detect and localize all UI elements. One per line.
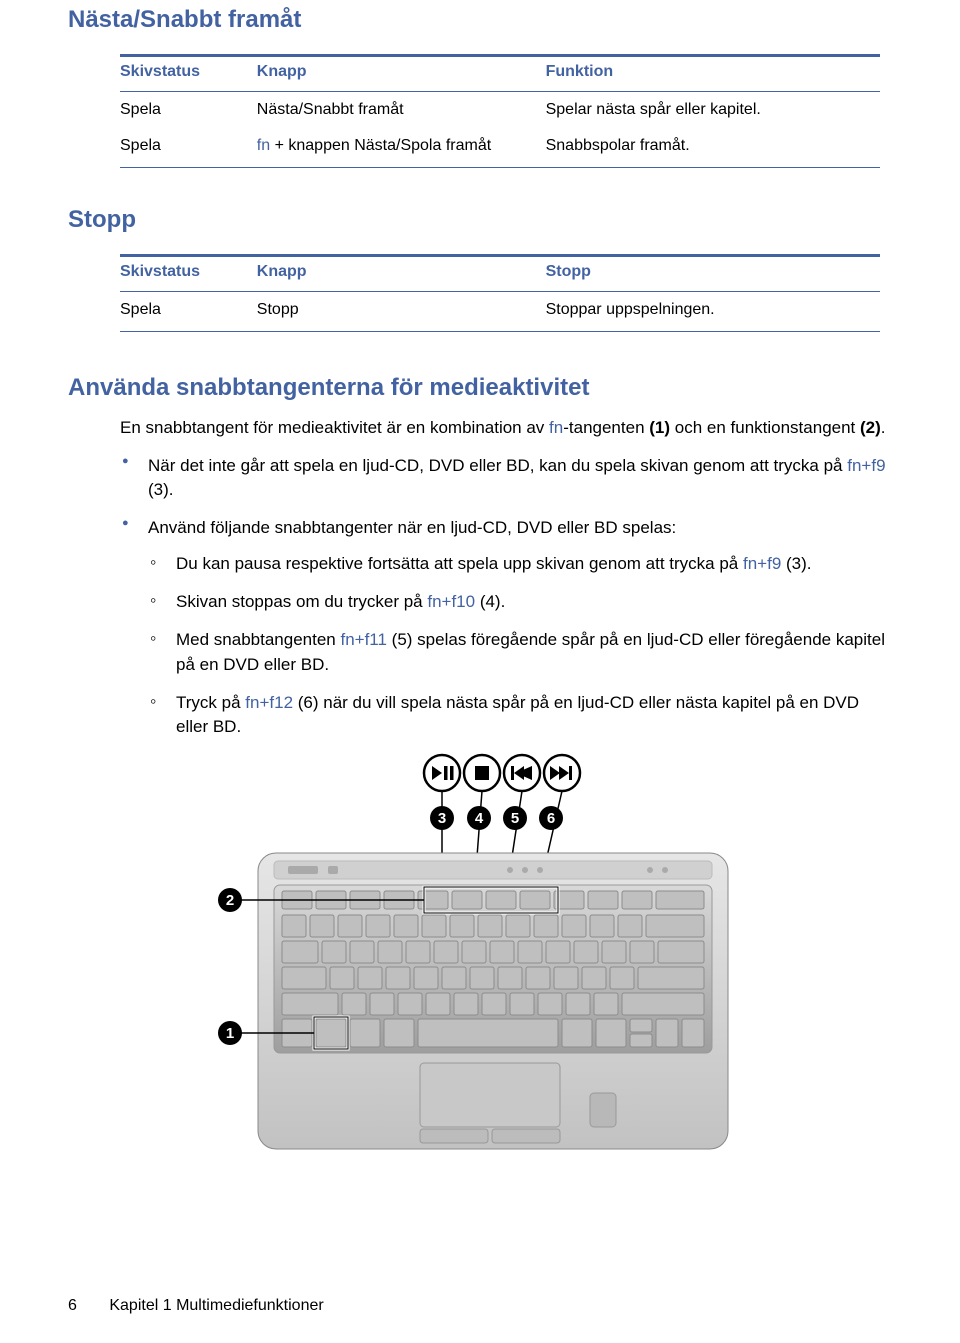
table-row: Spela fn + knappen Nästa/Spola framåt Sn… bbox=[120, 128, 880, 168]
s3-a: Med snabbtangenten bbox=[176, 630, 340, 649]
cell-function: Snabbspolar framåt. bbox=[546, 128, 880, 168]
cell-key-rest: + knappen Nästa/Spola framåt bbox=[270, 137, 491, 154]
heading-hotkeys: Använda snabbtangenterna för medieaktivi… bbox=[68, 374, 892, 402]
th-status: Skivstatus bbox=[120, 256, 257, 292]
callout-5: 5 bbox=[511, 810, 519, 827]
laptop-svg: 3 4 5 6 bbox=[210, 753, 750, 1153]
callout-ref-1: (1) bbox=[649, 418, 670, 437]
callout-2: 2 bbox=[226, 892, 234, 909]
table-stop: Skivstatus Knapp Stopp Spela Stopp Stopp… bbox=[120, 254, 880, 332]
list-item: När det inte går att spela en ljud-CD, D… bbox=[120, 454, 892, 502]
callout-3: 3 bbox=[438, 810, 446, 827]
th-status: Skivstatus bbox=[120, 56, 257, 92]
list-item: Använd följande snabbtangenter när en lj… bbox=[120, 516, 892, 739]
table-row: Spela Stopp Stoppar uppspelningen. bbox=[120, 292, 880, 332]
s2-b: (4). bbox=[475, 592, 505, 611]
chapter-label: Kapitel 1 Multimediefunktioner bbox=[109, 1297, 323, 1314]
intro-a: En snabbtangent för medieaktivitet är en… bbox=[120, 418, 549, 437]
table-next-wrapper: Skivstatus Knapp Funktion Spela Nästa/Sn… bbox=[120, 54, 880, 168]
cell-status: Spela bbox=[120, 92, 257, 129]
cell-key: Stopp bbox=[257, 292, 546, 332]
callout-6: 6 bbox=[547, 810, 555, 827]
intro-b: -tangenten bbox=[563, 418, 649, 437]
cell-status: Spela bbox=[120, 292, 257, 332]
hotkey-fn-f12: fn+f12 bbox=[245, 693, 293, 712]
heading-stop: Stopp bbox=[68, 206, 892, 234]
table-row: Spela Nästa/Snabbt framåt Spelar nästa s… bbox=[120, 92, 880, 129]
bullet-list: När det inte går att spela en ljud-CD, D… bbox=[120, 454, 892, 739]
hotkey-fn-f11: fn+f11 bbox=[340, 630, 386, 649]
s4-a: Tryck på bbox=[176, 693, 245, 712]
list-item: Med snabbtangenten fn+f11 (5) spelas för… bbox=[148, 628, 892, 676]
callout-1: 1 bbox=[226, 1025, 234, 1042]
table-next: Skivstatus Knapp Funktion Spela Nästa/Sn… bbox=[120, 54, 880, 168]
sub-bullet-list: Du kan pausa respektive fortsätta att sp… bbox=[148, 552, 892, 739]
intro-c: och en funktionstangent bbox=[670, 418, 860, 437]
intro-d: . bbox=[881, 418, 886, 437]
list-item: Skivan stoppas om du trycker på fn+f10 (… bbox=[148, 590, 892, 614]
th-function: Funktion bbox=[546, 56, 880, 92]
heading-next-fastforward: Nästa/Snabbt framåt bbox=[68, 6, 892, 34]
cell-status: Spela bbox=[120, 128, 257, 168]
page-number: 6 bbox=[68, 1297, 77, 1315]
list-item: Tryck på fn+f12 (6) när du vill spela nä… bbox=[148, 691, 892, 739]
cell-function: Spelar nästa spår eller kapitel. bbox=[546, 92, 880, 129]
hotkey-fn-f10: fn+f10 bbox=[427, 592, 475, 611]
s1-b: (3). bbox=[781, 554, 811, 573]
hotkey-fn-f9: fn+f9 bbox=[743, 554, 781, 573]
callout-ref-2: (2) bbox=[860, 418, 881, 437]
cell-function: Stoppar uppspelningen. bbox=[546, 292, 880, 332]
cell-key: fn + knappen Nästa/Spola framåt bbox=[257, 128, 546, 168]
th-key: Knapp bbox=[257, 56, 546, 92]
list-item: Du kan pausa respektive fortsätta att sp… bbox=[148, 552, 892, 576]
hotkey-fn-f9: fn+f9 bbox=[847, 456, 885, 475]
intro-paragraph: En snabbtangent för medieaktivitet är en… bbox=[120, 416, 892, 440]
callout-4: 4 bbox=[475, 810, 484, 827]
b2-a: Använd följande snabbtangenter när en lj… bbox=[148, 518, 676, 537]
b1-b: (3). bbox=[148, 480, 174, 499]
th-key: Knapp bbox=[257, 256, 546, 292]
fn-key-text: fn bbox=[257, 137, 270, 154]
s2-a: Skivan stoppas om du trycker på bbox=[176, 592, 427, 611]
page-footer: 6 Kapitel 1 Multimediefunktioner bbox=[68, 1297, 324, 1315]
keyboard-illustration: 3 4 5 6 bbox=[210, 753, 750, 1153]
stop-icon bbox=[475, 766, 489, 780]
cell-key: Nästa/Snabbt framåt bbox=[257, 92, 546, 129]
fn-key-text: fn bbox=[549, 418, 563, 437]
b1-a: När det inte går att spela en ljud-CD, D… bbox=[148, 456, 847, 475]
table-stop-wrapper: Skivstatus Knapp Stopp Spela Stopp Stopp… bbox=[120, 254, 880, 332]
th-stop: Stopp bbox=[546, 256, 880, 292]
s1-a: Du kan pausa respektive fortsätta att sp… bbox=[176, 554, 743, 573]
